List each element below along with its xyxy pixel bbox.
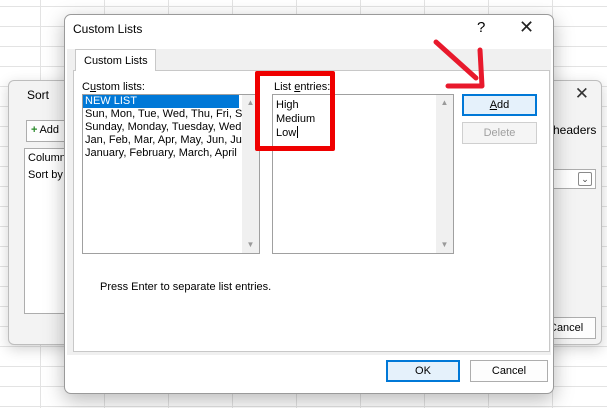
add-level-icon: + <box>31 124 38 136</box>
tab-panel: Custom lists: NEW LIST Sun, Mon, Tue, We… <box>73 70 550 352</box>
custom-lists-dialog: Custom Lists ? ✕ Custom Lists Custom lis… <box>64 14 554 394</box>
add-level-label: Add <box>39 124 60 136</box>
text-caret <box>297 126 299 138</box>
list-item[interactable]: January, February, March, April <box>83 147 259 160</box>
list-item[interactable]: Jan, Feb, Mar, Apr, May, Jun, Jul <box>83 134 259 147</box>
dialog-body: Custom Lists Custom lists: NEW LIST Sun,… <box>67 49 551 355</box>
close-icon[interactable]: ✕ <box>519 17 534 38</box>
help-icon[interactable]: ? <box>477 19 485 36</box>
custom-lists-listbox[interactable]: NEW LIST Sun, Mon, Tue, Wed, Thu, Fri, S… <box>82 94 260 254</box>
sort-order-combo[interactable]: ⌄ <box>551 169 596 189</box>
list-item[interactable]: Sun, Mon, Tue, Wed, Thu, Fri, Sat <box>83 108 259 121</box>
add-button[interactable]: Add <box>462 94 537 116</box>
custom-lists-scrollbar[interactable]: ▲ ▼ <box>242 95 259 253</box>
list-entry: Low <box>276 126 299 139</box>
sort-dialog-title: Sort <box>27 88 50 102</box>
custom-lists-label: Custom lists: <box>82 81 145 93</box>
sort-cancel-button[interactable]: Cancel <box>551 317 596 339</box>
list-entries-label: List entries: <box>274 81 331 93</box>
my-data-has-headers-label[interactable]: headers <box>553 123 596 137</box>
scroll-up-icon[interactable]: ▲ <box>436 95 453 111</box>
scroll-up-icon[interactable]: ▲ <box>242 95 259 111</box>
scroll-down-icon[interactable]: ▼ <box>242 237 259 253</box>
list-entries-scrollbar[interactable]: ▲ ▼ <box>436 95 453 253</box>
column-header: Column <box>28 152 66 164</box>
list-entries-textarea[interactable]: High Medium Low ▲ ▼ <box>272 94 454 254</box>
sort-close-icon[interactable]: ✕ <box>575 84 589 104</box>
delete-button[interactable]: Delete <box>462 122 537 144</box>
list-entry: High <box>276 99 299 111</box>
dialog-title: Custom Lists <box>73 22 143 36</box>
list-entry: Medium <box>276 113 316 125</box>
tab-custom-lists[interactable]: Custom Lists <box>75 49 156 71</box>
chevron-down-icon: ⌄ <box>578 172 592 186</box>
list-item-new-list[interactable]: NEW LIST <box>83 95 239 108</box>
list-item[interactable]: Sunday, Monday, Tuesday, Wednesday <box>83 121 259 134</box>
hint-text: Press Enter to separate list entries. <box>100 281 272 293</box>
sort-by-label: Sort by <box>28 169 63 181</box>
scroll-down-icon[interactable]: ▼ <box>436 237 453 253</box>
ok-button[interactable]: OK <box>386 360 460 382</box>
cancel-button[interactable]: Cancel <box>470 360 548 382</box>
